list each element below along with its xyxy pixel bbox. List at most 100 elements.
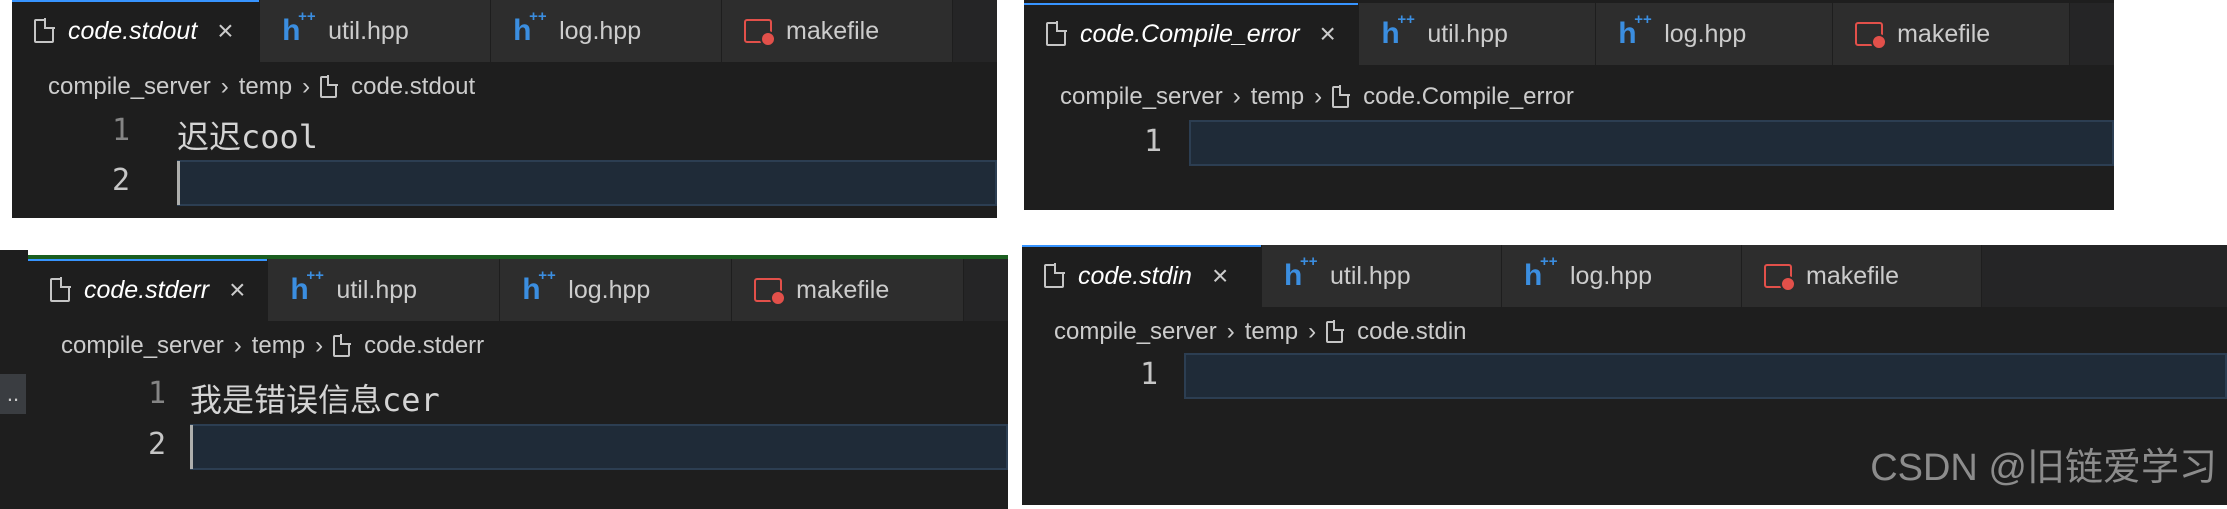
cpp-header-icon: h ++: [522, 267, 556, 306]
tab-code-stderr[interactable]: code.stderr ×: [28, 259, 269, 321]
chevron-right-icon: ›: [315, 332, 324, 359]
breadcrumb-item-compile-server[interactable]: compile_server: [1054, 318, 1217, 346]
current-line-highlight: [1189, 120, 2114, 166]
tab-code-stdin[interactable]: code.stdin ×: [1022, 245, 1262, 307]
tab-makefile[interactable]: makefile: [722, 0, 953, 62]
breadcrumb-item-temp[interactable]: temp: [1245, 318, 1298, 346]
tab-log-hpp[interactable]: h ++ log.hpp: [491, 0, 723, 62]
tab-label: makefile: [1806, 261, 1900, 290]
file-icon: [333, 334, 352, 357]
breadcrumb-item-file[interactable]: code.stdout: [351, 73, 475, 101]
text-cursor: [190, 425, 193, 469]
chevron-right-icon: ›: [1308, 318, 1317, 345]
breadcrumb-item-file[interactable]: code.Compile_error: [1363, 83, 1574, 111]
editor-panel-compile-error: code.Compile_error × h ++ util.hpp h ++ lo…: [1024, 0, 2114, 210]
tab-bar: code.stdout × h ++ util.hpp h ++ log.hpp m…: [12, 0, 997, 62]
text-cursor: [177, 161, 180, 205]
chevron-right-icon: ›: [302, 73, 311, 100]
chevron-right-icon: ›: [233, 332, 242, 359]
file-icon: [50, 277, 71, 302]
file-icon: [1046, 21, 1067, 46]
makefile-icon: [1764, 264, 1796, 292]
tab-label: code.stdout: [68, 16, 198, 45]
tab-util-hpp[interactable]: h ++ util.hpp: [268, 259, 501, 321]
breadcrumb-item-temp[interactable]: temp: [1251, 83, 1304, 111]
tab-bar-filler: [2069, 3, 2114, 65]
makefile-icon: [744, 19, 777, 47]
breadcrumb: compile_server › temp › code.stdout: [12, 62, 997, 112]
breadcrumb: compile_server › temp › code.Compile_err…: [1024, 72, 2114, 122]
tab-code-stdout[interactable]: code.stdout ×: [12, 0, 261, 62]
close-icon[interactable]: ×: [217, 15, 233, 47]
tab-label: util.hpp: [1427, 19, 1508, 48]
breadcrumb-item-compile-server[interactable]: compile_server: [61, 332, 224, 360]
cpp-header-icon: h ++: [1618, 11, 1652, 50]
makefile-icon: [754, 278, 787, 306]
breadcrumb: compile_server › temp › code.stderr: [28, 321, 1008, 371]
breadcrumb: compile_server › temp › code.stdin: [1022, 307, 2227, 357]
tab-bar-filler: [952, 0, 997, 62]
tab-log-hpp[interactable]: h ++ log.hpp: [1596, 3, 1834, 65]
close-icon[interactable]: ×: [1320, 18, 1336, 50]
tab-label: makefile: [786, 16, 880, 45]
tab-label: log.hpp: [559, 16, 642, 45]
tab-label: util.hpp: [328, 16, 409, 45]
tab-log-hpp[interactable]: h ++ log.hpp: [1502, 245, 1742, 307]
breadcrumb-item-file[interactable]: code.stdin: [1357, 318, 1466, 346]
tab-label: code.stdin: [1078, 261, 1192, 290]
csdn-watermark: CSDN @旧链爱学习: [1870, 447, 2217, 489]
close-icon[interactable]: ×: [229, 274, 245, 306]
cpp-header-icon: h ++: [1284, 253, 1318, 292]
line-number: 1: [147, 376, 166, 411]
code-line[interactable]: 迟迟cool: [177, 112, 318, 158]
chevron-right-icon: ›: [220, 73, 229, 100]
tab-bar-filler: [964, 259, 1008, 321]
line-number: 1: [1143, 124, 1162, 159]
breadcrumb-item-temp[interactable]: temp: [252, 332, 305, 360]
chevron-right-icon: ›: [1226, 318, 1235, 345]
breadcrumb-item-file[interactable]: code.stderr: [364, 332, 484, 360]
tab-makefile[interactable]: makefile: [1833, 3, 2070, 65]
code-line[interactable]: 我是错误信息cer: [190, 375, 440, 421]
cpp-header-icon: h ++: [513, 8, 547, 47]
line-number: 2: [147, 427, 166, 462]
tab-util-hpp[interactable]: h ++ util.hpp: [1359, 3, 1597, 65]
tab-label: log.hpp: [1664, 19, 1747, 48]
current-line-highlight: [190, 424, 1008, 470]
cpp-header-icon: h ++: [282, 8, 316, 47]
tab-label: log.hpp: [568, 275, 651, 304]
tab-util-hpp[interactable]: h ++ util.hpp: [1262, 245, 1502, 307]
tab-label: makefile: [796, 275, 890, 304]
tab-label: makefile: [1897, 19, 1991, 48]
tab-log-hpp[interactable]: h ++ log.hpp: [500, 259, 733, 321]
close-icon[interactable]: ×: [1212, 260, 1228, 292]
tab-label: log.hpp: [1570, 261, 1653, 290]
chevron-right-icon: ›: [1314, 83, 1323, 110]
tab-bar: code.stdin × h ++ util.hpp h ++ log.hpp ma…: [1022, 245, 2227, 307]
tab-label: util.hpp: [1330, 261, 1411, 290]
makefile-icon: [1855, 22, 1888, 50]
tab-makefile[interactable]: makefile: [1742, 245, 1982, 307]
current-line-highlight: [177, 160, 997, 206]
file-icon: [1326, 320, 1345, 343]
cpp-header-icon: h ++: [1524, 253, 1558, 292]
current-line-highlight: [1184, 353, 2227, 399]
chevron-right-icon: ›: [1232, 83, 1241, 110]
editor-panel-stdout: code.stdout × h ++ util.hpp h ++ log.hpp m…: [12, 0, 997, 218]
line-number: 1: [1139, 357, 1158, 392]
line-number: 2: [111, 163, 130, 198]
tab-label: code.Compile_error: [1080, 19, 1300, 48]
file-icon: [320, 75, 339, 98]
file-icon: [1332, 85, 1351, 108]
file-icon: [34, 18, 55, 43]
tab-code-compile-error[interactable]: code.Compile_error ×: [1024, 3, 1360, 65]
sidebar-ellipsis[interactable]: ..: [0, 374, 26, 414]
tab-makefile[interactable]: makefile: [732, 259, 964, 321]
breadcrumb-item-compile-server[interactable]: compile_server: [48, 73, 211, 101]
editor-panel-stderr: code.stderr × h ++ util.hpp h ++ log.hpp m…: [28, 255, 1008, 509]
cpp-header-icon: h ++: [1381, 11, 1415, 50]
breadcrumb-item-temp[interactable]: temp: [239, 73, 292, 101]
editor-panel-stdin: code.stdin × h ++ util.hpp h ++ log.hpp ma…: [1022, 245, 2227, 505]
tab-util-hpp[interactable]: h ++ util.hpp: [260, 0, 492, 62]
breadcrumb-item-compile-server[interactable]: compile_server: [1060, 83, 1223, 111]
